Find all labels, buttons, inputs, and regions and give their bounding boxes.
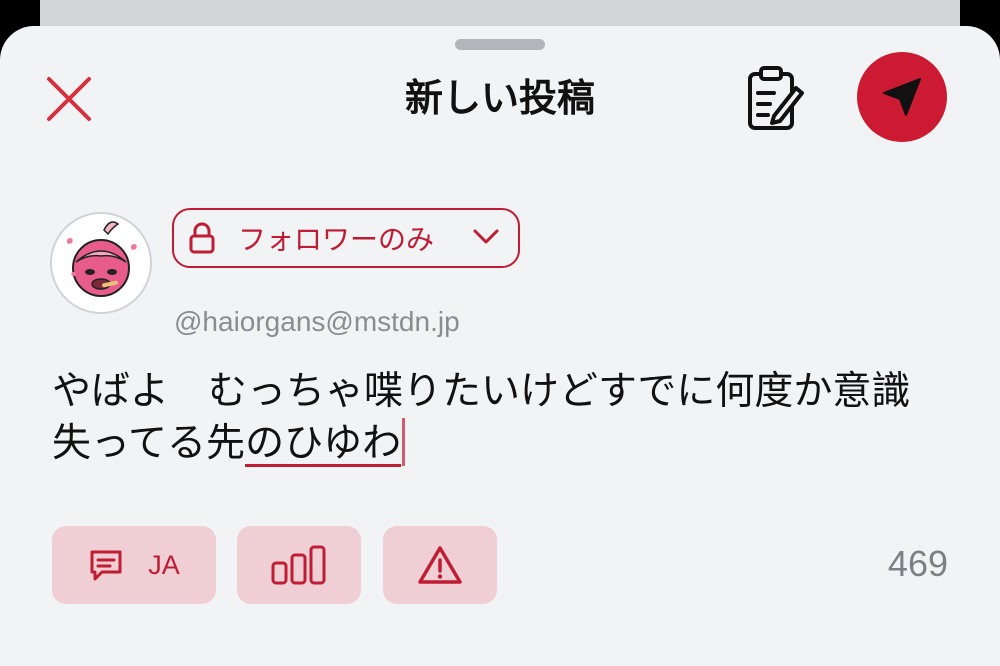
send-button[interactable] bbox=[857, 52, 947, 142]
page-title: 新しい投稿 bbox=[404, 76, 595, 120]
speech-bubble-icon bbox=[90, 550, 122, 581]
language-label: JA bbox=[148, 549, 180, 580]
avatar-image bbox=[52, 214, 150, 312]
close-icon bbox=[47, 77, 91, 121]
content-warning-button[interactable] bbox=[383, 526, 497, 604]
poll-icon bbox=[271, 545, 326, 585]
account-handle: @haiorgans@mstdn.jp bbox=[174, 306, 460, 337]
visibility-selector[interactable]: フォロワーのみ bbox=[172, 208, 520, 268]
sheet-grabber[interactable] bbox=[455, 39, 545, 50]
post-text-editor[interactable]: やばよ むっちゃ喋りたいけどすでに何度か意識 失ってる先のひゆわ bbox=[52, 366, 952, 470]
character-counter: 469 bbox=[887, 543, 948, 584]
compose-sheet: 新しい投稿 フォロワーのみ @haiorgans@mstdn.jp やばよ むっ… bbox=[0, 26, 1000, 666]
language-button[interactable]: JA bbox=[52, 526, 216, 604]
text-caret bbox=[402, 418, 406, 466]
poll-button[interactable] bbox=[237, 526, 361, 604]
visibility-label: フォロワーのみ bbox=[238, 223, 435, 256]
editor-line-2: 失ってる先のひゆわ bbox=[52, 418, 952, 470]
drafts-button[interactable] bbox=[744, 62, 804, 134]
avatar[interactable] bbox=[50, 212, 152, 314]
ime-marked-text: のひゆわ bbox=[245, 421, 402, 466]
editor-line-1: やばよ むっちゃ喋りたいけどすでに何度か意識 bbox=[52, 369, 911, 414]
warning-icon bbox=[418, 546, 462, 584]
send-icon bbox=[883, 78, 921, 116]
chevron-down-icon bbox=[473, 229, 499, 244]
lock-icon bbox=[189, 222, 215, 254]
committed-text: 失ってる先 bbox=[52, 421, 246, 466]
clipboard-edit-icon bbox=[748, 66, 804, 130]
close-button[interactable] bbox=[44, 76, 94, 122]
